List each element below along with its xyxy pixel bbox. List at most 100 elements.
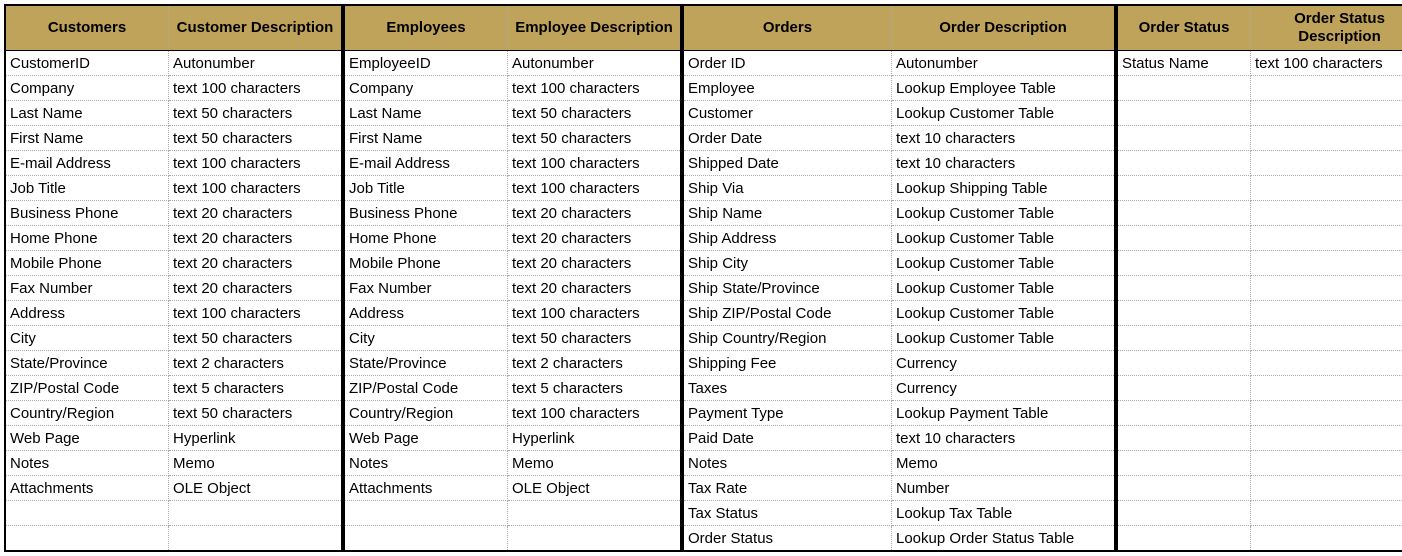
table-cell: [1251, 351, 1402, 376]
table-cell: text 50 characters: [169, 326, 343, 351]
table-cell: text 100 characters: [508, 401, 682, 426]
table-cell: Job Title: [5, 176, 169, 201]
table-row: Ship ViaLookup Shipping Table: [683, 176, 1115, 201]
table-cell: text 100 characters: [1251, 51, 1402, 76]
table-cell: Ship Country/Region: [683, 326, 892, 351]
table-cell: Ship Address: [683, 226, 892, 251]
table-cell: Lookup Customer Table: [892, 301, 1116, 326]
table-cell: Shipping Fee: [683, 351, 892, 376]
orders-table: Orders Order Description Order IDAutonum…: [682, 4, 1116, 552]
table-cell: [1251, 76, 1402, 101]
table-cell: Employee: [683, 76, 892, 101]
table-cell: Lookup Customer Table: [892, 276, 1116, 301]
table-cell: Ship ZIP/Postal Code: [683, 301, 892, 326]
table-cell: Order Status: [683, 526, 892, 552]
table-row: [1117, 151, 1402, 176]
table-row: Order IDAutonumber: [683, 51, 1115, 76]
table-cell: Business Phone: [5, 201, 169, 226]
table-cell: Home Phone: [344, 226, 508, 251]
table-row: [1117, 76, 1402, 101]
table-row: Citytext 50 characters: [5, 326, 342, 351]
header-orders: Orders: [683, 5, 892, 51]
table-cell: Business Phone: [344, 201, 508, 226]
table-row: Job Titletext 100 characters: [5, 176, 342, 201]
table-cell: text 20 characters: [508, 201, 682, 226]
table-cell: Number: [892, 476, 1116, 501]
table-row: [1117, 451, 1402, 476]
table-row: State/Provincetext 2 characters: [344, 351, 681, 376]
table-row: Last Nametext 50 characters: [344, 101, 681, 126]
table-row: CustomerIDAutonumber: [5, 51, 342, 76]
table-cell: CustomerID: [5, 51, 169, 76]
table-cell: E-mail Address: [344, 151, 508, 176]
table-cell: City: [344, 326, 508, 351]
table-row: [1117, 251, 1402, 276]
table-cell: [1251, 151, 1402, 176]
table-row: State/Provincetext 2 characters: [5, 351, 342, 376]
table-cell: Ship Name: [683, 201, 892, 226]
table-cell: text 100 characters: [508, 176, 682, 201]
table-row: Business Phonetext 20 characters: [5, 201, 342, 226]
table-row: [1117, 501, 1402, 526]
table-cell: text 20 characters: [508, 251, 682, 276]
table-row: Last Nametext 50 characters: [5, 101, 342, 126]
table-row: Order Datetext 10 characters: [683, 126, 1115, 151]
order-status-body: Status Nametext 100 characters: [1117, 51, 1402, 552]
table-row: CustomerLookup Customer Table: [683, 101, 1115, 126]
table-row: [344, 526, 681, 552]
table-cell: State/Province: [5, 351, 169, 376]
table-cell: Memo: [508, 451, 682, 476]
table-cell: Memo: [892, 451, 1116, 476]
table-cell: text 20 characters: [508, 226, 682, 251]
table-row: Web PageHyperlink: [344, 426, 681, 451]
table-cell: Tax Rate: [683, 476, 892, 501]
table-cell: [1117, 176, 1251, 201]
schema-container: Customers Customer Description CustomerI…: [4, 4, 1398, 552]
table-cell: [1117, 276, 1251, 301]
table-row: Ship Country/RegionLookup Customer Table: [683, 326, 1115, 351]
table-row: First Nametext 50 characters: [5, 126, 342, 151]
table-row: [344, 501, 681, 526]
table-cell: [1251, 326, 1402, 351]
table-cell: ZIP/Postal Code: [5, 376, 169, 401]
table-cell: Ship Via: [683, 176, 892, 201]
table-row: E-mail Addresstext 100 characters: [344, 151, 681, 176]
table-cell: E-mail Address: [5, 151, 169, 176]
table-row: Web PageHyperlink: [5, 426, 342, 451]
header-order-status: Order Status: [1117, 5, 1251, 51]
table-cell: Country/Region: [344, 401, 508, 426]
table-cell: text 10 characters: [892, 126, 1116, 151]
table-cell: Mobile Phone: [344, 251, 508, 276]
table-cell: [1117, 326, 1251, 351]
table-cell: [1117, 226, 1251, 251]
table-cell: Payment Type: [683, 401, 892, 426]
table-row: NotesMemo: [5, 451, 342, 476]
table-cell: text 5 characters: [508, 376, 682, 401]
table-cell: text 2 characters: [508, 351, 682, 376]
table-cell: [344, 526, 508, 552]
table-cell: Home Phone: [5, 226, 169, 251]
table-cell: [1117, 501, 1251, 526]
table-cell: [1117, 101, 1251, 126]
table-cell: text 100 characters: [169, 151, 343, 176]
table-cell: Taxes: [683, 376, 892, 401]
table-cell: [1251, 301, 1402, 326]
table-cell: text 20 characters: [169, 251, 343, 276]
table-cell: text 50 characters: [508, 126, 682, 151]
table-cell: Lookup Customer Table: [892, 201, 1116, 226]
table-row: [1117, 476, 1402, 501]
table-row: Status Nametext 100 characters: [1117, 51, 1402, 76]
table-row: Ship State/ProvinceLookup Customer Table: [683, 276, 1115, 301]
order-status-table: Order Status Order Status Description St…: [1116, 4, 1402, 552]
table-row: Country/Regiontext 100 characters: [344, 401, 681, 426]
table-cell: Autonumber: [892, 51, 1116, 76]
table-cell: ZIP/Postal Code: [344, 376, 508, 401]
table-cell: Job Title: [344, 176, 508, 201]
table-cell: text 5 characters: [169, 376, 343, 401]
table-cell: Lookup Shipping Table: [892, 176, 1116, 201]
table-row: [1117, 201, 1402, 226]
table-cell: [1117, 451, 1251, 476]
table-cell: Company: [5, 76, 169, 101]
table-cell: text 50 characters: [169, 101, 343, 126]
table-row: Addresstext 100 characters: [5, 301, 342, 326]
